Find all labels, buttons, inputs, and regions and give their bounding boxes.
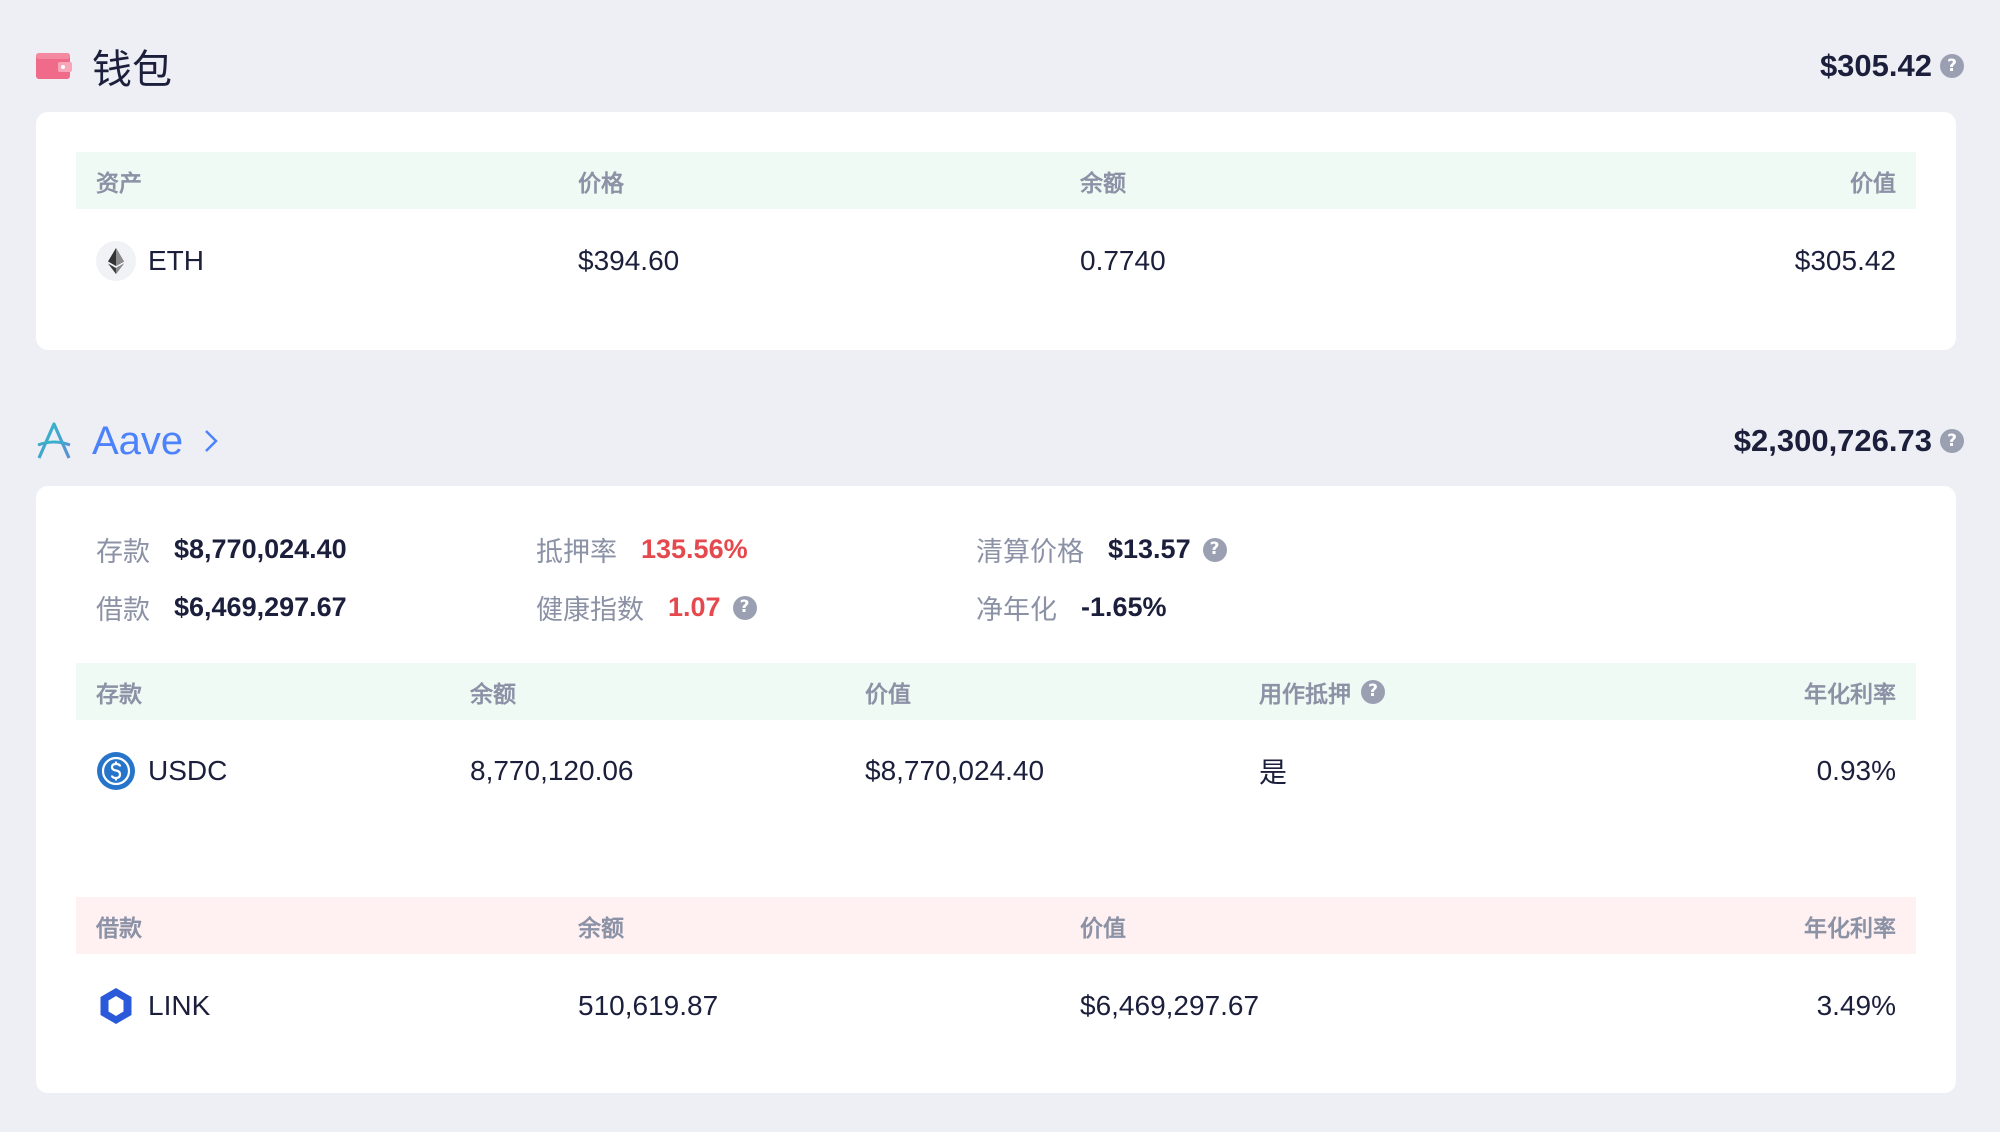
stat-deposit-value: $8,770,024.40 — [174, 534, 347, 564]
aave-card: 存款 $8,770,024.40 借款 $6,469,297.67 抵押率 13… — [36, 486, 1956, 1093]
deposits-table-header: 存款 余额 价值 用作抵押 ? 年化利率 — [76, 663, 1916, 720]
chevron-right-icon — [203, 428, 219, 454]
stat-net-apy-label: 净年化 — [976, 595, 1057, 625]
value-cell: $6,469,297.67 — [1080, 990, 1260, 1021]
asset-cell: LINK — [96, 986, 210, 1026]
help-icon[interactable]: ? — [1202, 537, 1227, 562]
stat-collateral-ratio-label: 抵押率 — [536, 537, 617, 567]
borrows-table-header: 借款 余额 价值 年化利率 — [76, 897, 1916, 954]
stat-deposit-label: 存款 — [96, 537, 150, 567]
aave-title-link[interactable]: Aave — [36, 419, 219, 464]
col-value: 价值 — [865, 680, 911, 707]
col-apy: 年化利率 — [1804, 680, 1896, 707]
help-icon[interactable]: ? — [1940, 429, 1964, 453]
stat-borrow-label: 借款 — [96, 595, 150, 625]
wallet-section-header: 钱包 $305.42 ? — [36, 36, 1964, 96]
table-row[interactable]: LINK 510,619.87 $6,469,297.67 3.49% — [76, 971, 1916, 1041]
wallet-icon — [36, 51, 72, 81]
stat-borrow-value: $6,469,297.67 — [174, 592, 347, 622]
help-icon[interactable]: ? — [732, 595, 757, 620]
aave-section-header: Aave $2,300,726.73 ? — [36, 411, 1964, 471]
stat-net-apy: 净年化 -1.65% — [976, 588, 1167, 627]
col-value: 价值 — [1080, 914, 1126, 941]
stat-liquidation-price-value: $13.57 — [1108, 534, 1191, 564]
asset-name: USDC — [148, 755, 228, 786]
table-row[interactable]: USDC 8,770,120.06 $8,770,024.40 是 0.93% — [76, 736, 1916, 806]
balance-cell: 510,619.87 — [578, 990, 719, 1021]
aave-total-group: $2,300,726.73 ? — [1734, 423, 1964, 459]
wallet-total-group: $305.42 ? — [1820, 48, 1964, 84]
balance-cell: 8,770,120.06 — [470, 755, 634, 786]
col-balance: 余额 — [578, 914, 624, 941]
aave-total: $2,300,726.73 — [1733, 423, 1932, 458]
price-cell: $394.60 — [578, 245, 680, 276]
stat-liquidation-price: 清算价格 $13.57 ? — [976, 530, 1227, 569]
link-icon — [96, 986, 136, 1026]
help-icon[interactable]: ? — [1361, 679, 1385, 704]
asset-name: ETH — [148, 245, 204, 276]
col-collateral: 用作抵押 ? — [1259, 675, 1385, 709]
col-balance: 余额 — [1080, 169, 1126, 196]
col-price: 价格 — [578, 169, 624, 196]
stat-health: 健康指数 1.07 ? — [536, 588, 757, 627]
wallet-table-header: 资产 价格 余额 价值 — [76, 152, 1916, 209]
stat-liquidation-price-label: 清算价格 — [976, 537, 1084, 567]
col-balance: 余额 — [470, 680, 516, 707]
stat-collateral-ratio-value: 135.56% — [641, 534, 748, 564]
value-cell: $8,770,024.40 — [865, 755, 1045, 786]
asset-cell: USDC — [96, 751, 227, 791]
help-icon[interactable]: ? — [1940, 54, 1964, 78]
stat-net-apy-value: -1.65% — [1081, 592, 1167, 622]
stat-deposit: 存款 $8,770,024.40 — [96, 530, 347, 569]
table-row[interactable]: ETH $394.60 0.7740 $305.42 — [76, 226, 1916, 296]
stat-health-value: 1.07 — [668, 592, 721, 622]
apy-cell: 0.93% — [1816, 755, 1896, 786]
col-collateral-label: 用作抵押 — [1259, 680, 1351, 707]
aave-title: Aave — [92, 418, 184, 463]
wallet-title-group: 钱包 — [36, 37, 172, 95]
wallet-title: 钱包 — [92, 48, 172, 92]
eth-icon — [96, 241, 136, 281]
stat-borrow: 借款 $6,469,297.67 — [96, 588, 347, 627]
asset-name: LINK — [148, 990, 211, 1021]
balance-cell: 0.7740 — [1080, 245, 1166, 276]
wallet-card: 资产 价格 余额 价值 ETH $394.60 0.7740 $305.42 — [36, 112, 1956, 350]
col-deposit: 存款 — [96, 680, 142, 707]
asset-cell: ETH — [96, 241, 204, 281]
stat-collateral-ratio: 抵押率 135.56% — [536, 530, 748, 569]
collateral-cell: 是 — [1259, 757, 1288, 788]
col-apy: 年化利率 — [1804, 914, 1896, 941]
col-value: 价值 — [1850, 169, 1896, 196]
col-asset: 资产 — [96, 169, 142, 196]
stat-health-label: 健康指数 — [536, 595, 644, 625]
value-cell: $305.42 — [1794, 245, 1896, 276]
usdc-icon — [96, 751, 136, 791]
apy-cell: 3.49% — [1816, 990, 1896, 1021]
col-borrow: 借款 — [96, 914, 142, 941]
aave-logo-icon — [36, 422, 72, 460]
wallet-total: $305.42 — [1819, 48, 1932, 83]
